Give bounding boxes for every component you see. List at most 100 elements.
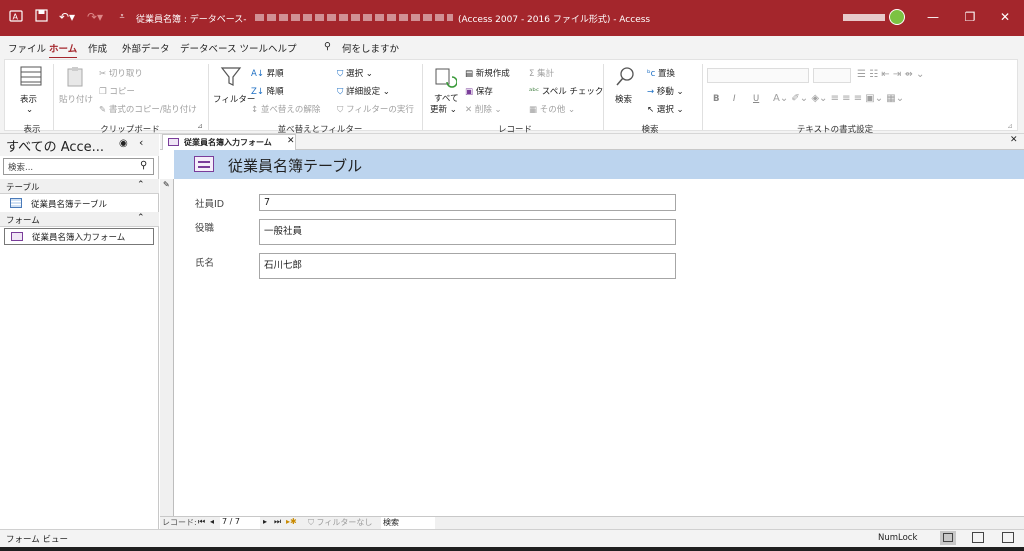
totals-button[interactable]: Σ 集計 xyxy=(529,67,554,79)
filter-status[interactable]: ⛉ フィルターなし xyxy=(308,517,372,528)
form-icon xyxy=(168,138,179,146)
nav-section-forms[interactable]: フォーム ⌃ xyxy=(0,212,159,227)
first-record-button[interactable]: ⏮ xyxy=(198,517,205,527)
selection-filter-button[interactable]: ⛉ 選択 ⌄ xyxy=(337,67,373,79)
ribbon-panel: 表示 ⌄ 表示 貼り付け ✂ 切り取り ❐ コピー ✎ 書式のコピー/貼り付け … xyxy=(4,59,1018,135)
nav-title[interactable]: すべての Acce... xyxy=(6,136,104,155)
save-icon[interactable] xyxy=(33,9,49,25)
redo-icon[interactable]: ↷▾ xyxy=(84,9,106,25)
refresh-all-button[interactable]: すべて 更新 ⌄ xyxy=(428,65,462,115)
underline-button[interactable]: U xyxy=(753,94,759,104)
design-view-icon[interactable] xyxy=(1002,532,1014,543)
nav-section-tables[interactable]: テーブル ⌃ xyxy=(0,179,159,194)
filter-button[interactable]: フィルター xyxy=(213,65,255,115)
window-title-suffix: (Access 2007 - 2016 ファイル形式) - Access xyxy=(458,15,651,25)
toggle-filter-label: フィルターの実行 xyxy=(346,105,414,115)
next-record-button[interactable]: ▸ xyxy=(263,517,267,526)
tab-help[interactable]: ヘルプ xyxy=(268,41,297,55)
font-color-icons[interactable]: A⌄ ✐⌄ ◈⌄ ≡ ≡ ≡ ▣⌄ ▦⌄ xyxy=(773,93,904,104)
title-bar: A ↶▾ ↷▾ ⩡ 従業員名簿 : データベース- (Access 2007 -… xyxy=(0,0,1024,36)
remove-sort-button[interactable]: ↕ 並べ替えの解除 xyxy=(251,103,320,115)
dialog-launcher-icon[interactable]: ⊿ xyxy=(197,122,203,130)
record-selector[interactable]: ✎ xyxy=(160,179,174,516)
tab-home[interactable]: ホーム xyxy=(49,41,78,59)
tab-external-data[interactable]: 外部データ xyxy=(122,41,170,55)
form-view-button[interactable] xyxy=(940,531,956,545)
tab-database-tools[interactable]: データベース ツール xyxy=(180,41,268,55)
remove-sort-label: 並べ替えの解除 xyxy=(260,105,321,115)
new-record-button[interactable]: ▤ 新規作成 xyxy=(465,67,510,79)
selection-filter-icon: ⛉ xyxy=(337,69,347,79)
view-status: フォーム ビュー xyxy=(6,535,68,545)
search-icon[interactable]: ⚲ xyxy=(140,160,147,171)
view-icon xyxy=(20,66,42,86)
funnel-icon xyxy=(220,67,242,86)
replace-button[interactable]: ᵇc 置換 xyxy=(647,67,675,79)
remove-sort-icon: ↕ xyxy=(251,105,261,115)
view-button[interactable]: 表示 ⌄ xyxy=(11,65,51,115)
new-record-label: 新規作成 xyxy=(475,69,510,79)
goto-button[interactable]: → 移動 ⌄ xyxy=(647,85,684,97)
find-button[interactable]: 検索 xyxy=(609,65,643,115)
new-record-nav-button[interactable]: ▸✱ xyxy=(286,517,297,526)
current-record-input[interactable]: 7 / 7 xyxy=(220,517,260,529)
tab-employee-form[interactable]: 従業員名簿入力フォーム ✕ xyxy=(162,134,296,150)
more-button[interactable]: ▦ その他 ⌄ xyxy=(529,103,575,115)
goto-label: 移動 xyxy=(656,87,674,97)
cut-label: 切り取り xyxy=(108,69,143,79)
customize-qat-icon[interactable]: ⩡ xyxy=(114,9,130,25)
bold-button[interactable]: B xyxy=(713,94,719,104)
totals-label: 集計 xyxy=(537,69,555,79)
access-app-icon[interactable]: A xyxy=(8,9,24,25)
paste-button[interactable]: 貼り付け xyxy=(58,65,94,115)
save-record-button[interactable]: ▣ 保存 xyxy=(465,85,493,97)
user-name xyxy=(843,14,885,21)
prev-record-button[interactable]: ◂ xyxy=(210,517,214,526)
nav-search-input[interactable]: 検索... xyxy=(8,161,33,173)
font-name-select[interactable] xyxy=(707,68,809,83)
position-field[interactable]: 一般社員 xyxy=(259,219,676,245)
avatar[interactable] xyxy=(889,9,905,25)
filter-label: フィルター xyxy=(213,95,256,105)
close-document-icon[interactable]: ✕ xyxy=(1010,135,1018,145)
close-icon[interactable]: ✕ xyxy=(997,9,1013,25)
employee-id-field[interactable]: 7 xyxy=(259,194,676,211)
field-label-position: 役職 xyxy=(195,223,215,234)
copy-button[interactable]: ❐ コピー xyxy=(99,85,135,97)
sort-ascending-button[interactable]: A↓ 昇順 xyxy=(251,67,284,79)
list-icons[interactable]: ☰ ☷ ⇤ ⇥ ⇴ ⌄ xyxy=(857,69,924,80)
dialog-launcher-icon[interactable]: ⊿ xyxy=(1007,122,1013,130)
find-label: 検索 xyxy=(615,95,633,105)
sort-descending-button[interactable]: Z↓ 降順 xyxy=(251,85,284,97)
search-icon[interactable]: ⚲ xyxy=(324,41,331,52)
nav-item-employee-form[interactable]: 従業員名簿入力フォーム xyxy=(4,228,154,245)
italic-button[interactable]: I xyxy=(733,94,736,104)
format-painter-button[interactable]: ✎ 書式のコピー/貼り付け xyxy=(99,103,197,115)
layout-view-icon[interactable] xyxy=(972,532,984,543)
delete-record-button[interactable]: ✕ 削除 ⌄ xyxy=(465,103,502,115)
spelling-button[interactable]: ᵃᵇᶜ スペル チェック xyxy=(529,85,603,97)
font-size-select[interactable] xyxy=(813,68,851,83)
collapse-icon[interactable]: ‹ xyxy=(139,136,143,149)
tab-file[interactable]: ファイル xyxy=(8,41,46,55)
nav-menu-icon[interactable]: ◉ xyxy=(119,138,128,149)
copy-icon: ❐ xyxy=(99,87,110,97)
undo-icon[interactable]: ↶▾ xyxy=(56,9,78,25)
form-icon-line xyxy=(198,166,210,168)
advanced-filter-button[interactable]: ⛉ 詳細設定 ⌄ xyxy=(337,85,390,97)
cut-button[interactable]: ✂ 切り取り xyxy=(99,67,143,79)
record-search-input[interactable]: 検索 xyxy=(381,517,435,529)
toggle-filter-button[interactable]: ⛉ フィルターの実行 xyxy=(337,103,414,115)
tell-me-input[interactable]: 何をしますか xyxy=(342,41,399,55)
minimize-icon[interactable]: — xyxy=(925,9,941,25)
close-tab-icon[interactable]: ✕ xyxy=(287,136,295,146)
last-record-button[interactable]: ⏭ xyxy=(274,517,281,527)
restore-icon[interactable]: ❐ xyxy=(962,9,978,25)
nav-item-employee-table[interactable]: 従業員名簿テーブル xyxy=(4,196,154,213)
form-header-icon xyxy=(194,156,214,172)
select-button[interactable]: ↖ 選択 ⌄ xyxy=(647,103,684,115)
nav-search-box[interactable]: 検索... ⚲ xyxy=(3,158,154,175)
group-divider xyxy=(702,64,703,130)
tab-create[interactable]: 作成 xyxy=(88,41,107,55)
name-field[interactable]: 石川七郎 xyxy=(259,253,676,279)
